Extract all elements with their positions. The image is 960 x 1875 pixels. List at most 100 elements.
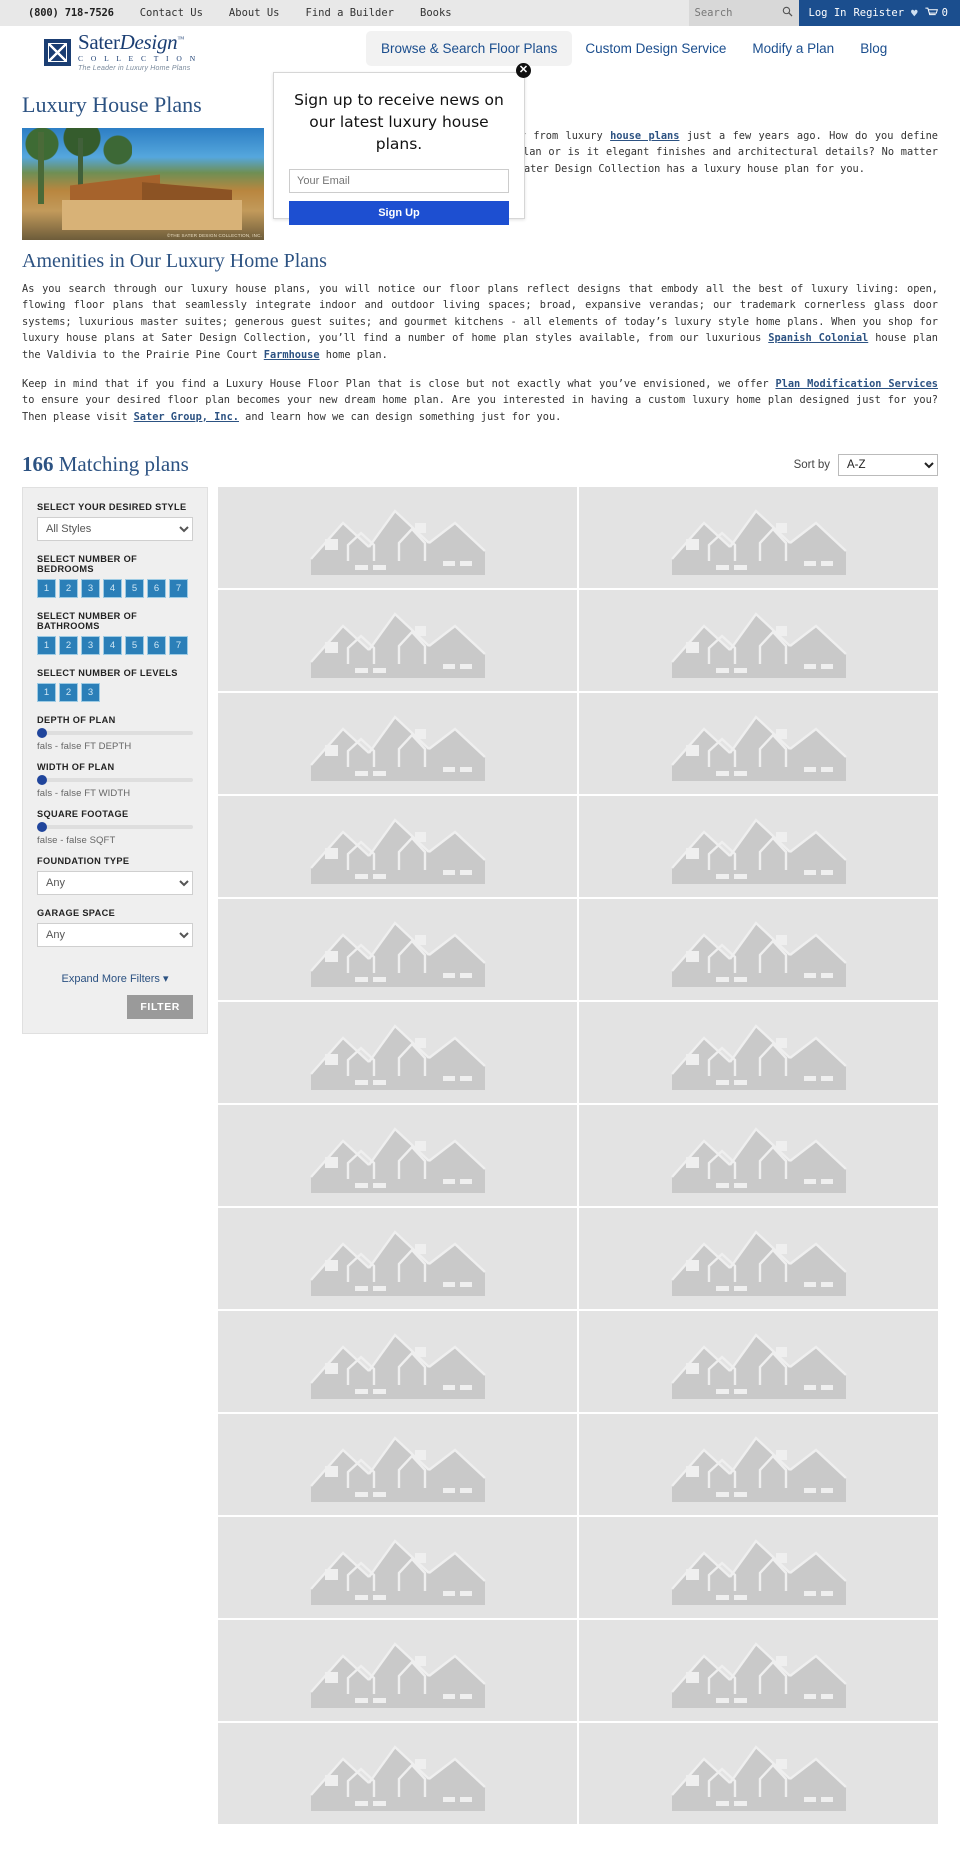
levels-option-2[interactable]: 2 [59,683,78,703]
width-filter: WIDTH OF PLAN fals - false FT WIDTH [37,762,193,799]
link-farmhouse[interactable]: Farmhouse [264,349,320,361]
bedrooms-option-4[interactable]: 4 [103,579,122,599]
nav-browse-search-floor-plans[interactable]: Browse & Search Floor Plans [366,31,573,66]
plan-card[interactable] [579,1208,938,1310]
modification-paragraph: Keep in mind that if you find a Luxury H… [0,376,960,425]
house-placeholder-icon [309,1023,486,1090]
width-slider-handle[interactable] [37,775,47,786]
plan-card[interactable] [218,899,577,1001]
newsletter-signup-modal: Sign up to receive news on our latest lu… [273,72,525,225]
bedrooms-option-6[interactable]: 6 [147,579,166,599]
register-link[interactable]: Register [853,7,904,19]
link-house-plans[interactable]: house plans [610,130,679,142]
heart-icon[interactable]: ♥ [911,7,918,20]
plan-card[interactable] [218,796,577,898]
plan-card[interactable] [218,1002,577,1104]
plan-card[interactable] [218,1414,577,1516]
plan-card[interactable] [579,1002,938,1104]
depth-slider-track[interactable] [37,728,193,739]
sort-control: Sort by A-Z [793,453,938,476]
site-logo[interactable]: SaterDesign™ C O L L E C T I O N The Lea… [44,32,198,72]
link-plan-modification-services[interactable]: Plan Modification Services [775,378,938,390]
sqft-slider-track[interactable] [37,822,193,833]
sort-label: Sort by [793,458,830,471]
sort-select[interactable]: A-Z [838,453,938,476]
house-placeholder-icon [309,1538,486,1605]
levels-option-3[interactable]: 3 [81,683,100,703]
bathrooms-option-3[interactable]: 3 [81,636,100,656]
plan-card[interactable] [579,796,938,898]
nav-contact-us[interactable]: Contact Us [140,7,203,19]
plan-card[interactable] [218,1208,577,1310]
plan-card[interactable] [218,1517,577,1619]
amenities-paragraph: As you search through our luxury house p… [0,281,960,363]
nav-find-a-builder[interactable]: Find a Builder [306,7,395,19]
site-header: SaterDesign™ C O L L E C T I O N The Lea… [0,26,960,78]
plan-card[interactable] [579,1723,938,1825]
plan-card[interactable] [218,487,577,589]
link-spanish-colonial[interactable]: Spanish Colonial [768,332,868,344]
plan-card[interactable] [579,1620,938,1722]
search-icon[interactable] [782,6,793,20]
results-count-label: Matching plans [53,452,189,477]
search-box[interactable]: Search [688,0,799,26]
plan-card[interactable] [579,1414,938,1516]
nav-blog[interactable]: Blog [847,31,900,66]
width-filter-label: WIDTH OF PLAN [37,762,115,773]
close-icon[interactable]: ✕ [516,63,531,78]
chevron-down-icon: ▾ [162,973,169,986]
bathrooms-option-1[interactable]: 1 [37,636,56,656]
bathrooms-option-7[interactable]: 7 [169,636,188,656]
plan-card[interactable] [579,1517,938,1619]
nav-about-us[interactable]: About Us [229,7,280,19]
bedrooms-option-7[interactable]: 7 [169,579,188,599]
cart-button[interactable]: 0 [925,7,948,19]
login-link[interactable]: Log In [809,7,847,19]
email-field[interactable] [289,169,509,193]
bedrooms-option-3[interactable]: 3 [81,579,100,599]
house-placeholder-icon [670,920,847,987]
levels-option-1[interactable]: 1 [37,683,56,703]
plan-card[interactable] [579,590,938,692]
plan-card[interactable] [579,487,938,589]
plan-card[interactable] [218,1723,577,1825]
link-sater-group[interactable]: Sater Group, Inc. [134,411,239,423]
results-header: 166 Matching plans Sort by A-Z [0,438,960,477]
plan-card[interactable] [579,899,938,1001]
sqft-filter: SQUARE FOOTAGE false - false SQFT [37,809,193,846]
nav-custom-design-service[interactable]: Custom Design Service [572,31,739,66]
bedrooms-option-1[interactable]: 1 [37,579,56,599]
foundation-select[interactable]: Any [37,871,193,896]
bedrooms-option-2[interactable]: 2 [59,579,78,599]
plan-card[interactable] [218,693,577,795]
house-placeholder-icon [670,508,847,575]
bathrooms-option-4[interactable]: 4 [103,636,122,656]
bathrooms-option-2[interactable]: 2 [59,636,78,656]
nav-books[interactable]: Books [420,7,452,19]
plan-card[interactable] [218,1311,577,1413]
bedrooms-option-5[interactable]: 5 [125,579,144,599]
bathrooms-option-6[interactable]: 6 [147,636,166,656]
depth-slider-handle[interactable] [37,728,47,739]
nav-modify-a-plan[interactable]: Modify a Plan [739,31,847,66]
plan-card[interactable] [218,590,577,692]
plan-card[interactable] [218,1105,577,1207]
garage-select[interactable]: Any [37,923,193,948]
sqft-slider-handle[interactable] [37,822,47,833]
width-slider-track[interactable] [37,775,193,786]
plan-card[interactable] [579,1311,938,1413]
filter-button[interactable]: FILTER [127,995,193,1020]
house-placeholder-icon [670,1435,847,1502]
sign-up-button[interactable]: Sign Up [289,201,509,225]
plan-card[interactable] [579,693,938,795]
plan-card[interactable] [218,1620,577,1722]
bathrooms-option-5[interactable]: 5 [125,636,144,656]
logo-tm: ™ [177,35,184,44]
house-placeholder-icon [309,1641,486,1708]
style-filter-label: SELECT YOUR DESIRED STYLE [37,502,187,513]
modal-heading: Sign up to receive news on our latest lu… [294,91,504,153]
house-placeholder-icon [670,1332,847,1399]
style-select[interactable]: All Styles [37,517,193,542]
plan-card[interactable] [579,1105,938,1207]
expand-more-filters[interactable]: Expand More Filters ▾ [37,972,193,985]
